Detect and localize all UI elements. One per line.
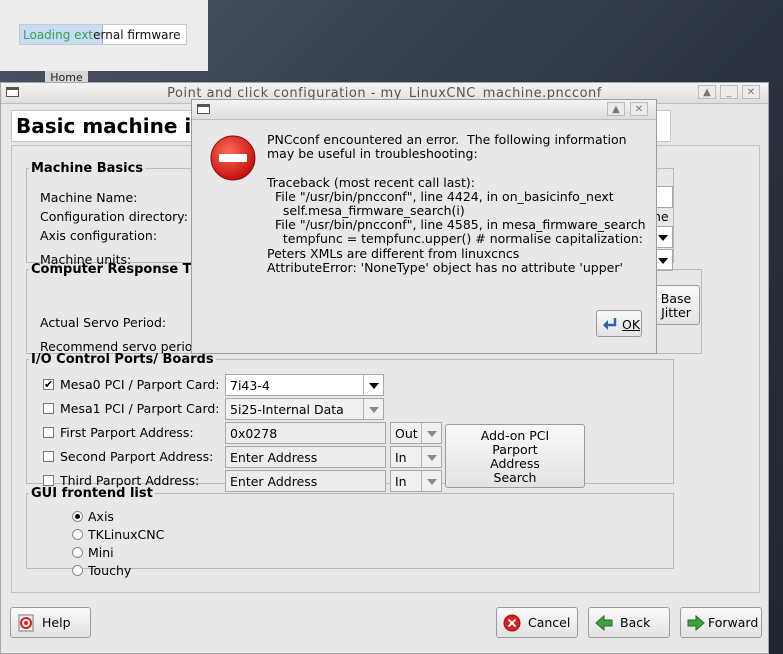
machine-name-label: Machine Name: bbox=[40, 190, 138, 205]
forward-label: Forward bbox=[708, 615, 759, 630]
third-parport-checkbox[interactable] bbox=[43, 475, 54, 486]
loading-text-rest: ernal firmware bbox=[93, 28, 181, 42]
first-parport-label: First Parport Address: bbox=[60, 425, 194, 440]
second-parport-address-input[interactable]: Enter Address bbox=[225, 446, 386, 468]
second-parport-direction-value: In bbox=[395, 450, 407, 465]
return-arrow-icon bbox=[603, 318, 617, 330]
help-icon bbox=[18, 614, 34, 632]
error-window-menu-icon[interactable] bbox=[197, 104, 210, 114]
actual-servo-period-label: Actual Servo Period: bbox=[40, 315, 167, 330]
gui-option-tklinuxcnc-radio[interactable] bbox=[72, 529, 83, 540]
ok-label: OK bbox=[622, 317, 641, 332]
second-parport-label: Second Parport Address: bbox=[60, 449, 214, 464]
first-parport-checkbox[interactable] bbox=[43, 427, 54, 438]
mesa1-value: 5i25-Internal Data bbox=[230, 402, 344, 417]
loading-progress-bar: Loading external firmware bbox=[19, 24, 187, 45]
addon-line3: Address bbox=[490, 456, 540, 471]
second-parport-checkbox[interactable] bbox=[43, 451, 54, 462]
computer-response-legend: Computer Response Tim bbox=[31, 262, 210, 277]
chevron-down-icon bbox=[421, 447, 441, 467]
mesa0-checkbox[interactable]: ✔ bbox=[43, 379, 54, 390]
addon-line2: Parport bbox=[492, 442, 538, 457]
back-button[interactable]: Back bbox=[588, 607, 670, 638]
close-button[interactable]: ✕ bbox=[742, 85, 760, 99]
gui-option-tklinuxcnc[interactable]: TKLinuxCNC bbox=[88, 527, 164, 542]
loading-window: Loading external firmware bbox=[0, 0, 208, 71]
addon-pci-search-button[interactable]: Add-on PCI Parport Address Search bbox=[445, 424, 585, 488]
error-dialog: ▲ ✕ PNCconf encountered an error. The fo… bbox=[191, 99, 657, 354]
mesa0-label: Mesa0 PCI / Parport Card: bbox=[60, 377, 220, 392]
minimize-button[interactable]: _ bbox=[720, 85, 738, 99]
forward-button[interactable]: Forward bbox=[680, 607, 762, 638]
first-parport-direction-combo[interactable]: Out bbox=[390, 422, 442, 444]
arrow-left-icon bbox=[595, 614, 613, 632]
gui-option-touchy-radio[interactable] bbox=[72, 565, 83, 576]
cancel-label: Cancel bbox=[528, 615, 571, 630]
chevron-down-icon bbox=[363, 375, 383, 395]
loading-text-done: Loading ext bbox=[23, 28, 94, 42]
error-close-button[interactable]: ✕ bbox=[630, 102, 648, 116]
cancel-icon bbox=[503, 614, 521, 632]
loading-text: Loading external firmware bbox=[23, 28, 181, 42]
axis-configuration-label: Axis configuration: bbox=[40, 228, 158, 243]
gui-frontend-legend: GUI frontend list bbox=[31, 486, 153, 501]
error-shade-button[interactable]: ▲ bbox=[607, 102, 625, 116]
back-label: Back bbox=[620, 615, 651, 630]
base-jitter-button[interactable]: Base Jitter bbox=[652, 285, 700, 325]
chevron-down-icon bbox=[363, 399, 383, 419]
error-icon bbox=[210, 135, 256, 181]
mesa0-value: 7i43-4 bbox=[230, 378, 270, 393]
mesa1-combo[interactable]: 5i25-Internal Data bbox=[225, 398, 384, 420]
first-parport-direction-value: Out bbox=[395, 426, 418, 441]
gui-frontend-frame: GUI frontend list Axis TKLinuxCNC Mini T… bbox=[26, 486, 674, 578]
base-jitter-line1: Base bbox=[660, 291, 692, 306]
io-ports-frame: I/O Control Ports/ Boards ✔ Mesa0 PCI / … bbox=[26, 352, 674, 492]
gui-option-touchy[interactable]: Touchy bbox=[88, 563, 131, 578]
io-ports-legend: I/O Control Ports/ Boards bbox=[31, 352, 214, 367]
mesa1-label: Mesa1 PCI / Parport Card: bbox=[60, 401, 220, 416]
addon-line1: Add-on PCI bbox=[480, 428, 550, 443]
gui-option-mini[interactable]: Mini bbox=[88, 545, 114, 560]
machine-basics-legend: Machine Basics bbox=[31, 161, 144, 176]
arrow-right-icon bbox=[687, 614, 705, 632]
cancel-button[interactable]: Cancel bbox=[496, 607, 578, 638]
gui-option-axis[interactable]: Axis bbox=[88, 509, 114, 524]
error-dialog-titlebar[interactable]: ▲ ✕ bbox=[192, 100, 656, 120]
first-parport-address-input[interactable]: 0x0278 bbox=[225, 422, 386, 444]
shade-button[interactable]: ▲ bbox=[698, 85, 716, 99]
mesa0-combo[interactable]: 7i43-4 bbox=[225, 374, 384, 396]
chevron-down-icon bbox=[421, 423, 441, 443]
gui-option-axis-radio[interactable] bbox=[72, 511, 83, 522]
gui-option-mini-radio[interactable] bbox=[72, 547, 83, 558]
config-directory-label: Configuration directory: bbox=[40, 209, 188, 224]
help-label: Help bbox=[42, 615, 71, 630]
mesa1-checkbox[interactable] bbox=[43, 403, 54, 414]
error-message: PNCconf encountered an error. The follow… bbox=[267, 132, 646, 275]
addon-line4: Search bbox=[493, 470, 537, 485]
second-parport-direction-combo[interactable]: In bbox=[390, 446, 442, 468]
ok-button[interactable]: OK bbox=[596, 310, 642, 337]
base-jitter-line2: Jitter bbox=[661, 305, 691, 320]
help-button[interactable]: Help bbox=[10, 607, 91, 638]
